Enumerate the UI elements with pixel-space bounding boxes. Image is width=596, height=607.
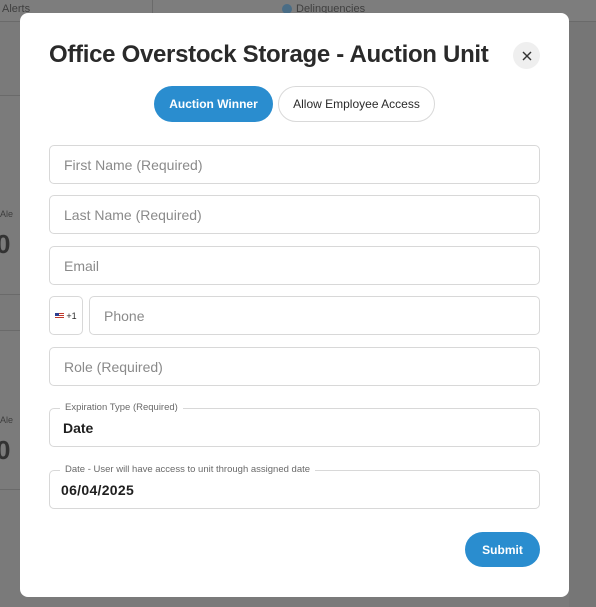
role-input[interactable] (50, 348, 539, 385)
date-value: 06/04/2025 (61, 482, 135, 498)
phone-field[interactable] (89, 296, 540, 335)
expiration-type-value: Date (63, 420, 94, 436)
phone-country-code: +1 (66, 310, 77, 321)
background-card-label: Ale (0, 209, 14, 219)
background-card-number: 0 (0, 435, 11, 465)
last-name-field[interactable] (49, 195, 540, 234)
submit-button[interactable]: Submit (465, 532, 540, 567)
background-right-strip (569, 22, 596, 607)
email-input[interactable] (50, 247, 539, 284)
date-field[interactable]: Date - User will have access to unit thr… (49, 464, 540, 509)
expiration-type-label: Expiration Type (Required) (60, 402, 183, 413)
modal-dialog: Office Overstock Storage - Auction Unit … (20, 13, 569, 597)
role-field[interactable] (49, 347, 540, 386)
date-label: Date - User will have access to unit thr… (60, 464, 316, 475)
phone-country-selector[interactable]: +1 (49, 296, 83, 335)
background-card: Ale 0 (0, 95, 20, 295)
close-icon (522, 51, 531, 60)
phone-input[interactable] (90, 297, 539, 334)
expiration-type-select[interactable]: Expiration Type (Required) Date (49, 402, 540, 447)
modal-title: Office Overstock Storage - Auction Unit (49, 41, 489, 68)
tab-group: Auction Winner Allow Employee Access (20, 86, 569, 122)
close-button[interactable] (513, 42, 540, 69)
last-name-input[interactable] (50, 196, 539, 233)
tab-allow-employee-access[interactable]: Allow Employee Access (278, 86, 435, 122)
background-card-label: Ale (0, 415, 14, 425)
first-name-input[interactable] (50, 146, 539, 183)
us-flag-icon (55, 312, 65, 319)
background-card-number: 0 (0, 229, 11, 259)
first-name-field[interactable] (49, 145, 540, 184)
email-field[interactable] (49, 246, 540, 285)
tab-auction-winner[interactable]: Auction Winner (154, 86, 273, 122)
background-card: Ale 0 (0, 330, 20, 490)
